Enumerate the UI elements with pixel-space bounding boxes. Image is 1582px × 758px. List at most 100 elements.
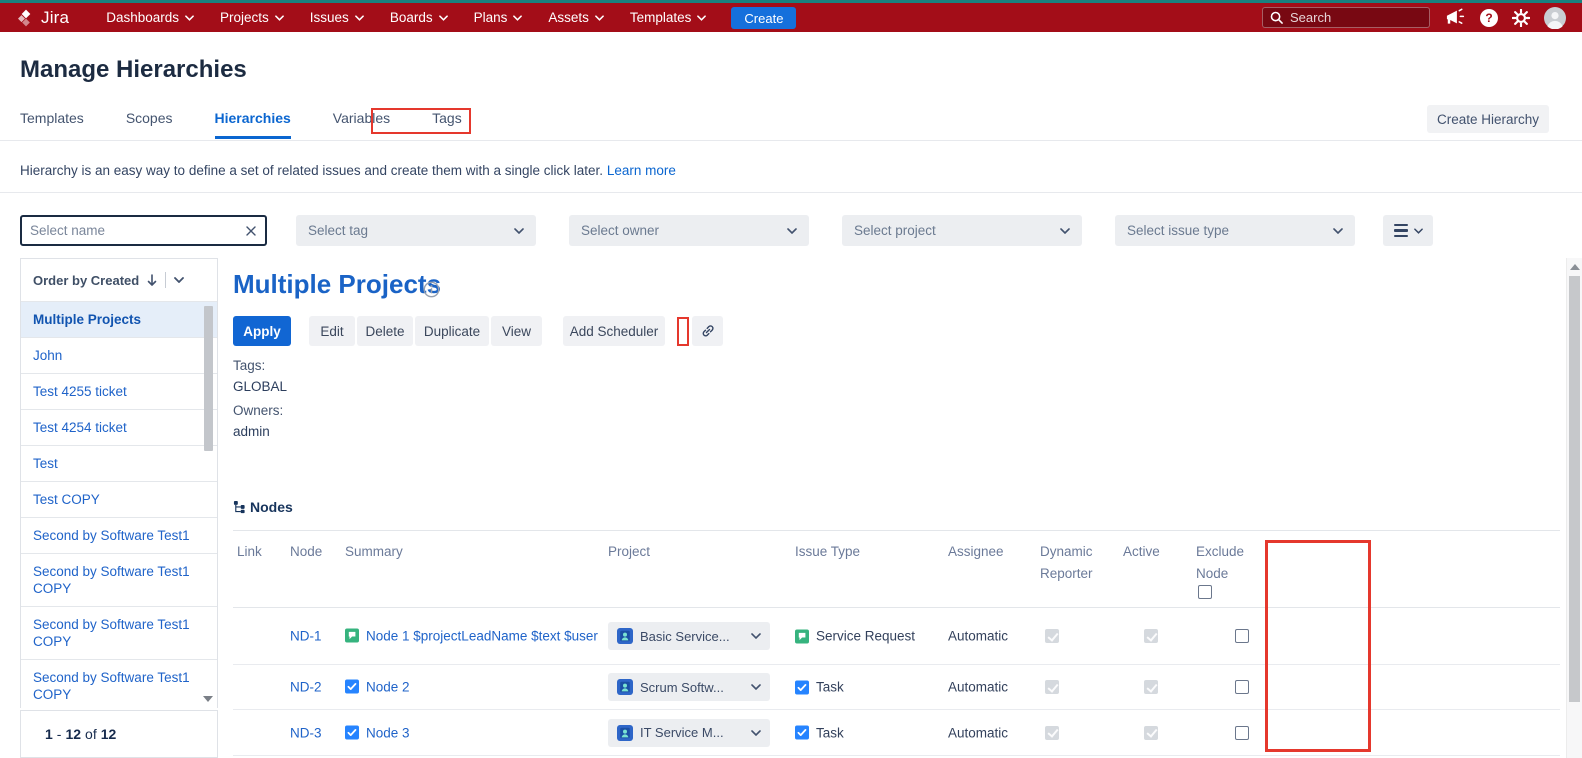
nav-assets[interactable]: Assets xyxy=(535,3,617,32)
menu-lines-icon xyxy=(1394,224,1408,238)
copy-link-button[interactable] xyxy=(692,316,723,346)
scroll-up-arrow[interactable] xyxy=(1570,264,1580,270)
jira-logo-icon xyxy=(16,8,36,28)
view-button[interactable]: View xyxy=(491,316,542,346)
user-avatar[interactable] xyxy=(1544,7,1566,29)
nav-issues[interactable]: Issues xyxy=(297,3,377,32)
col-node: Node xyxy=(290,541,334,563)
owner-filter-dropdown[interactable]: Select owner xyxy=(569,215,809,246)
sidebar-item-test-4254-ticket[interactable]: Test 4254 ticket xyxy=(21,410,217,446)
exclude-all-checkbox[interactable] xyxy=(1198,585,1212,599)
nav-boards[interactable]: Boards xyxy=(377,3,461,32)
project-filter-dropdown[interactable]: Select project xyxy=(842,215,1082,246)
delete-button[interactable]: Delete xyxy=(357,316,413,346)
project-dropdown[interactable]: Scrum Softw... xyxy=(608,673,770,701)
order-by-control[interactable]: Order by Created xyxy=(21,259,217,301)
exclude-node-checkbox[interactable] xyxy=(1235,680,1249,694)
info-icon[interactable] xyxy=(423,281,440,303)
page-of: of xyxy=(85,726,97,742)
sidebar-item-second-by-software-test1[interactable]: Second by Software Test1 xyxy=(21,518,217,554)
tag-filter-dropdown[interactable]: Select tag xyxy=(296,215,536,246)
chevron-down-icon xyxy=(439,15,448,21)
chevron-down-icon xyxy=(1060,228,1070,234)
add-scheduler-button[interactable]: Add Scheduler xyxy=(563,316,665,346)
tab-templates[interactable]: Templates xyxy=(20,110,84,139)
issue-type-cell: Task xyxy=(795,725,844,740)
main-menu: Dashboards Projects Issues Boards Plans … xyxy=(93,3,719,32)
col-summary: Summary xyxy=(345,541,545,563)
page-to: 12 xyxy=(65,726,81,742)
project-avatar xyxy=(617,628,633,644)
annotation-rect-tabs xyxy=(371,108,471,134)
edit-button[interactable]: Edit xyxy=(309,316,355,346)
tab-hierarchies[interactable]: Hierarchies xyxy=(215,110,291,139)
chevron-down-icon xyxy=(185,15,194,21)
chevron-down-icon xyxy=(751,684,761,690)
sidebar-scrollbar-thumb[interactable] xyxy=(204,306,213,451)
issue-type-icon xyxy=(795,629,809,643)
sidebar-item-second-by-software-test1-copy[interactable]: Second by Software Test1 COPY xyxy=(21,607,217,660)
exclude-node-checkbox[interactable] xyxy=(1235,726,1249,740)
project-dropdown[interactable]: Basic Service... xyxy=(608,622,770,650)
sidebar-item-multiple-projects[interactable]: Multiple Projects xyxy=(21,302,217,338)
sidebar-item-test-4255-ticket[interactable]: Test 4255 ticket xyxy=(21,374,217,410)
col-project: Project xyxy=(608,541,728,563)
nav-projects[interactable]: Projects xyxy=(207,3,297,32)
sidebar-item-second-by-software-test1-copy[interactable]: Second by Software Test1 COPY xyxy=(21,554,217,607)
sidebar-item-test-copy[interactable]: Test COPY xyxy=(21,482,217,518)
clear-icon[interactable] xyxy=(245,225,257,237)
issue-type-cell: Task xyxy=(795,680,844,695)
description-text: Hierarchy is an easy way to define a set… xyxy=(20,163,603,178)
jira-logo[interactable]: Jira xyxy=(16,8,69,28)
main-scrollbar-thumb[interactable] xyxy=(1569,276,1580,702)
search-input[interactable] xyxy=(1290,10,1422,25)
node-summary-link[interactable]: Node 1 $projectLeadName $text $user xyxy=(345,627,603,646)
settings-icon[interactable] xyxy=(1512,9,1530,27)
sidebar-scroll-down-arrow[interactable] xyxy=(203,696,213,702)
divider xyxy=(165,272,166,288)
name-filter-input[interactable] xyxy=(30,223,245,238)
search-icon xyxy=(1270,11,1283,24)
jira-logo-text: Jira xyxy=(41,8,69,28)
nav-dashboards[interactable]: Dashboards xyxy=(93,3,207,32)
chevron-down-icon xyxy=(751,730,761,736)
issue-type-icon xyxy=(795,680,809,694)
issue-type-icon xyxy=(345,680,359,697)
apply-button[interactable]: Apply xyxy=(233,316,291,346)
assignee-cell: Automatic xyxy=(948,725,1008,740)
sidebar-item-john[interactable]: John xyxy=(21,338,217,374)
sidebar-item-second-by-software-test1-copy[interactable]: Second by Software Test1 COPY xyxy=(21,660,217,713)
nav-plans[interactable]: Plans xyxy=(461,3,536,32)
top-nav: Jira Dashboards Projects Issues Boards P… xyxy=(0,3,1582,32)
sidebar-item-test[interactable]: Test xyxy=(21,446,217,482)
project-dropdown[interactable]: IT Service M... xyxy=(608,719,770,747)
active-checkbox xyxy=(1144,680,1158,694)
topbar-right: ? xyxy=(1262,7,1582,29)
chevron-down-icon xyxy=(355,15,364,21)
megaphone-icon[interactable] xyxy=(1444,8,1466,27)
node-key-link[interactable]: ND-1 xyxy=(290,629,322,644)
app-window: Jira Dashboards Projects Issues Boards P… xyxy=(0,0,1582,758)
global-search[interactable] xyxy=(1262,7,1430,28)
nav-templates[interactable]: Templates xyxy=(617,3,720,32)
tab-scopes[interactable]: Scopes xyxy=(126,110,173,139)
learn-more-link[interactable]: Learn more xyxy=(607,163,676,178)
main-scrollbar[interactable] xyxy=(1566,258,1582,758)
link-icon xyxy=(700,323,716,339)
node-summary-link[interactable]: Node 2 xyxy=(345,678,603,697)
sort-desc-icon xyxy=(147,274,157,287)
help-icon[interactable]: ? xyxy=(1480,9,1498,27)
node-key-link[interactable]: ND-2 xyxy=(290,680,322,695)
nodes-section-header: Nodes xyxy=(233,499,293,515)
duplicate-button[interactable]: Duplicate xyxy=(415,316,489,346)
name-filter xyxy=(20,215,267,246)
create-button[interactable]: Create xyxy=(731,7,796,29)
exclude-node-checkbox[interactable] xyxy=(1235,629,1249,643)
list-actions-dropdown[interactable] xyxy=(1383,215,1433,246)
active-checkbox xyxy=(1144,629,1158,643)
node-summary-link[interactable]: Node 3 xyxy=(345,723,603,742)
create-hierarchy-button[interactable]: Create Hierarchy xyxy=(1427,105,1549,133)
page-from: 1 xyxy=(45,726,53,742)
issue-type-filter-dropdown[interactable]: Select issue type xyxy=(1115,215,1355,246)
node-key-link[interactable]: ND-3 xyxy=(290,725,322,740)
